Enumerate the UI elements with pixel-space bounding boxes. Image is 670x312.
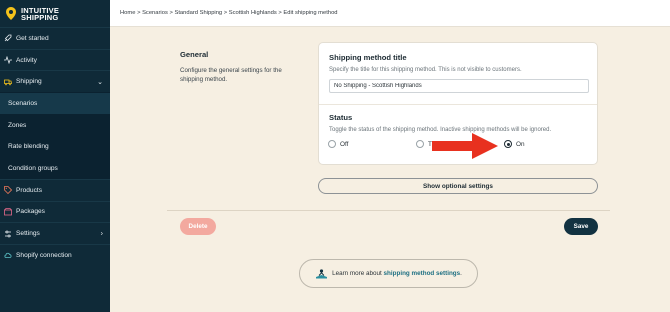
learn-more-suffix: . [460,270,462,277]
settings-icon [5,230,11,237]
sidebar-item-rate-blending[interactable]: Rate blending [0,135,110,158]
sidebar-item-label: Products [16,186,43,194]
sidebar-item-label: Shopify connection [16,251,72,259]
status-radio-t[interactable]: T [416,140,432,148]
sidebar-item-label: Get started [16,34,49,42]
cloud-icon [4,253,12,259]
method-title-label: Shipping method title [329,53,407,62]
package-icon [4,207,12,216]
delete-button[interactable]: Delete [180,218,216,235]
annotation-arrow-icon [432,133,498,159]
radio-selected-icon [504,140,512,148]
tag-icon [4,186,12,195]
save-button[interactable]: Save [564,218,598,235]
sidebar-item-label: Condition groups [8,164,58,172]
truck-icon [4,79,12,86]
learn-more-link[interactable]: shipping method settings [384,270,461,277]
chevron-down-icon: ⌄ [97,78,103,86]
sidebar-item-label: Shipping [16,78,42,86]
sidebar-item-get-started[interactable]: Get started [0,27,110,49]
sidebar-item-products[interactable]: Products [0,178,110,201]
rocket-icon [4,34,12,42]
sidebar-item-scenarios[interactable]: Scenarios [0,92,110,114]
sidebar-item-condition-groups[interactable]: Condition groups [0,157,110,179]
sidebar-item-label: Scenarios [8,99,38,107]
status-label: Status [329,113,353,122]
learn-more-banner: Learn more about shipping method setting… [299,259,478,288]
sidebar-item-settings[interactable]: Settings › [0,222,110,244]
sidebar-nav: Get started Activity Shipping ⌄ Scenario… [0,27,110,266]
app-logo[interactable]: INTUITIVE SHIPPING [0,0,110,27]
sidebar-item-packages[interactable]: Packages [0,200,110,223]
method-title-section: Shipping method title Specify the title … [319,43,597,105]
status-radio-on[interactable]: On [504,140,525,148]
activity-icon [4,56,12,65]
sidebar-item-label: Settings [16,230,40,238]
sidebar-item-shipping[interactable]: Shipping ⌄ [0,70,110,92]
radio-label: On [516,140,525,148]
sidebar-item-shopify-connection[interactable]: Shopify connection [0,243,110,266]
section-title-general: General [180,50,209,59]
sidebar-item-label: Zones [8,121,27,129]
app-name: INTUITIVE SHIPPING [21,5,60,22]
radio-icon [416,140,424,148]
sidebar-item-label: Packages [16,208,45,216]
sidebar-item-label: Activity [16,56,37,64]
sidebar: INTUITIVE SHIPPING Get started Activity … [0,0,110,312]
chevron-right-icon: › [100,230,103,238]
radio-label: Off [340,140,349,148]
sidebar-item-zones[interactable]: Zones [0,113,110,136]
learn-more-prefix: Learn more about [332,270,382,277]
show-optional-settings-button[interactable]: Show optional settings [318,178,598,194]
breadcrumb-text[interactable]: Home > Scenarios > Standard Shipping > S… [120,10,338,16]
divider [167,210,610,211]
section-description: Configure the general settings for the s… [180,67,282,83]
status-radio-off[interactable]: Off [328,140,348,148]
sidebar-item-label: Rate blending [8,143,49,151]
method-title-hint: Specify the title for this shipping meth… [329,67,522,73]
reading-person-icon [316,268,328,278]
sidebar-item-activity[interactable]: Activity [0,48,110,71]
radio-icon [328,140,336,148]
location-pin-icon [6,7,16,20]
method-title-input[interactable] [329,79,589,93]
breadcrumb: Home > Scenarios > Standard Shipping > S… [110,0,670,27]
